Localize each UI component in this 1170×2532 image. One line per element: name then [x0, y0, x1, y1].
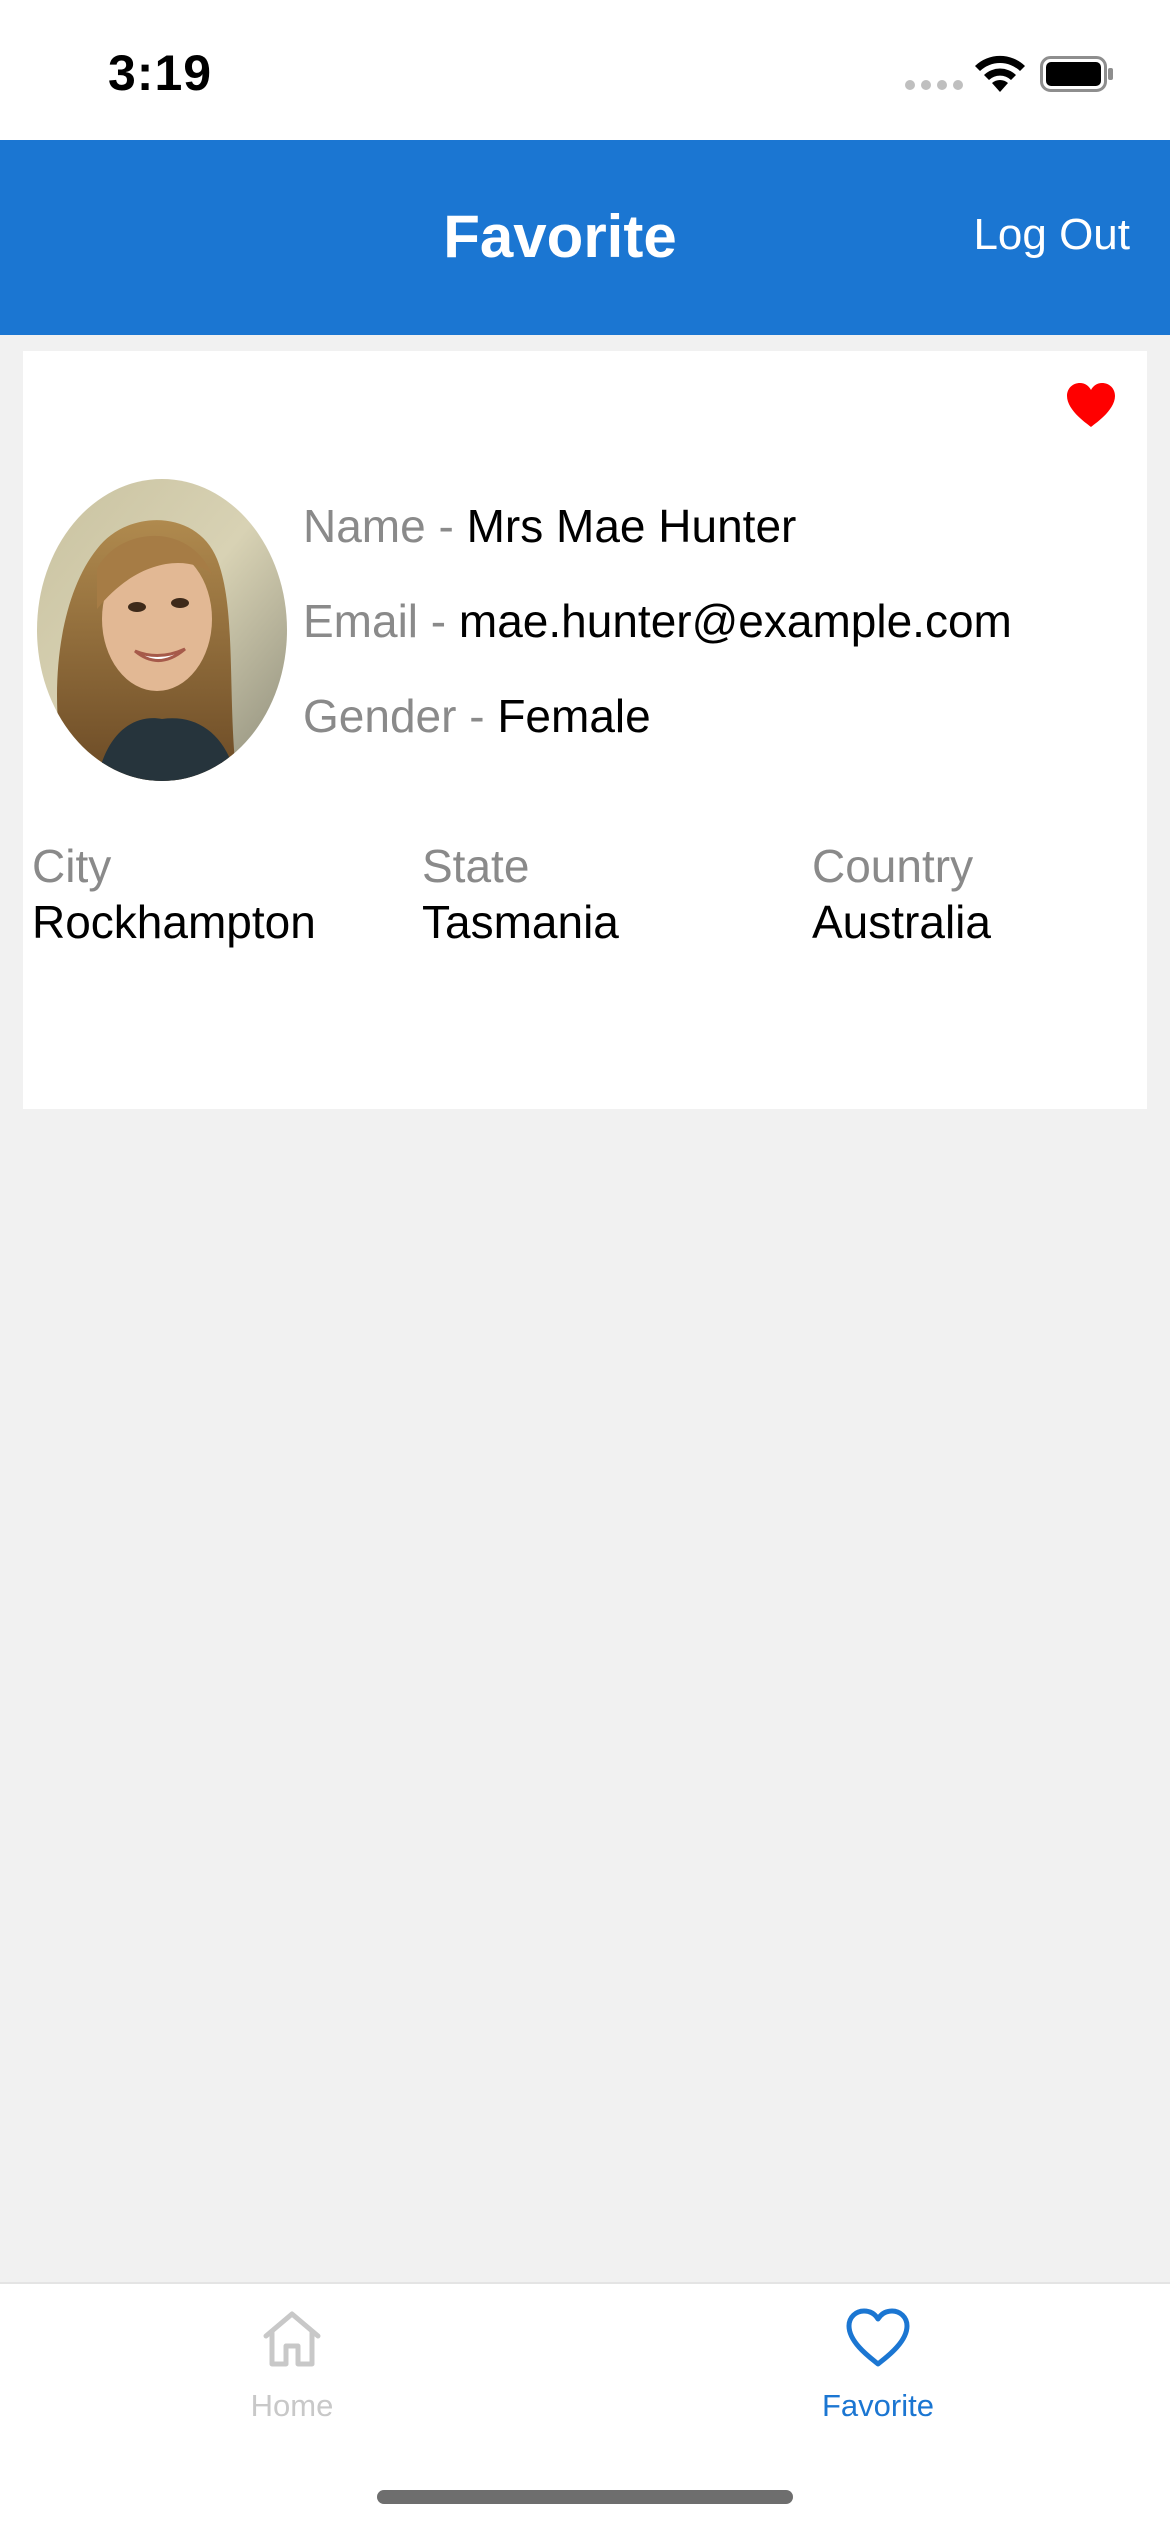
country-value: Australia — [812, 896, 991, 948]
city-value: Rockhampton — [32, 896, 316, 948]
app-header: Favorite Log Out — [0, 140, 1170, 335]
state-label: State — [422, 840, 530, 892]
profile-card: Name - Mrs Mae Hunter Email - mae.hunter… — [23, 351, 1147, 1109]
country-column: Country Australia — [812, 838, 991, 950]
city-label: City — [32, 840, 112, 892]
home-indicator — [377, 2490, 793, 2504]
country-label: Country — [812, 840, 974, 892]
cellular-signal-icon — [905, 80, 963, 90]
tab-home-label: Home — [250, 2388, 334, 2423]
battery-icon — [1040, 56, 1113, 92]
gender-value: Female — [497, 690, 651, 742]
email-label: Email - — [303, 595, 459, 647]
favorite-screen: 3:19 Favorite Log Out Name - Mrs Mae Hun… — [0, 0, 1170, 2532]
status-time: 3:19 — [108, 45, 213, 101]
wifi-icon — [975, 55, 1025, 92]
state-value: Tasmania — [422, 896, 619, 948]
gender-label: Gender - — [303, 690, 498, 742]
city-column: City Rockhampton — [32, 838, 316, 950]
profile-details: Name - Mrs Mae Hunter Email - mae.hunter… — [303, 479, 1012, 764]
email-value: mae.hunter@example.com — [458, 595, 1012, 647]
logout-button[interactable]: Log Out — [973, 210, 1130, 260]
home-icon — [263, 2311, 321, 2367]
gender-row: Gender - Female — [303, 669, 1012, 764]
status-bar: 3:19 — [0, 0, 1170, 140]
heart-filled-icon[interactable] — [1065, 381, 1117, 429]
name-row: Name - Mrs Mae Hunter — [303, 479, 1012, 574]
state-column: State Tasmania — [422, 838, 619, 950]
heart-outline-icon — [846, 2308, 910, 2367]
tab-home[interactable]: Home — [142, 2306, 442, 2424]
tab-favorite-label: Favorite — [822, 2388, 934, 2423]
tab-favorite[interactable]: Favorite — [728, 2306, 1028, 2424]
email-row: Email - mae.hunter@example.com — [303, 574, 1012, 669]
name-label: Name - — [303, 500, 467, 552]
name-value: Mrs Mae Hunter — [466, 500, 797, 552]
avatar — [37, 479, 287, 781]
